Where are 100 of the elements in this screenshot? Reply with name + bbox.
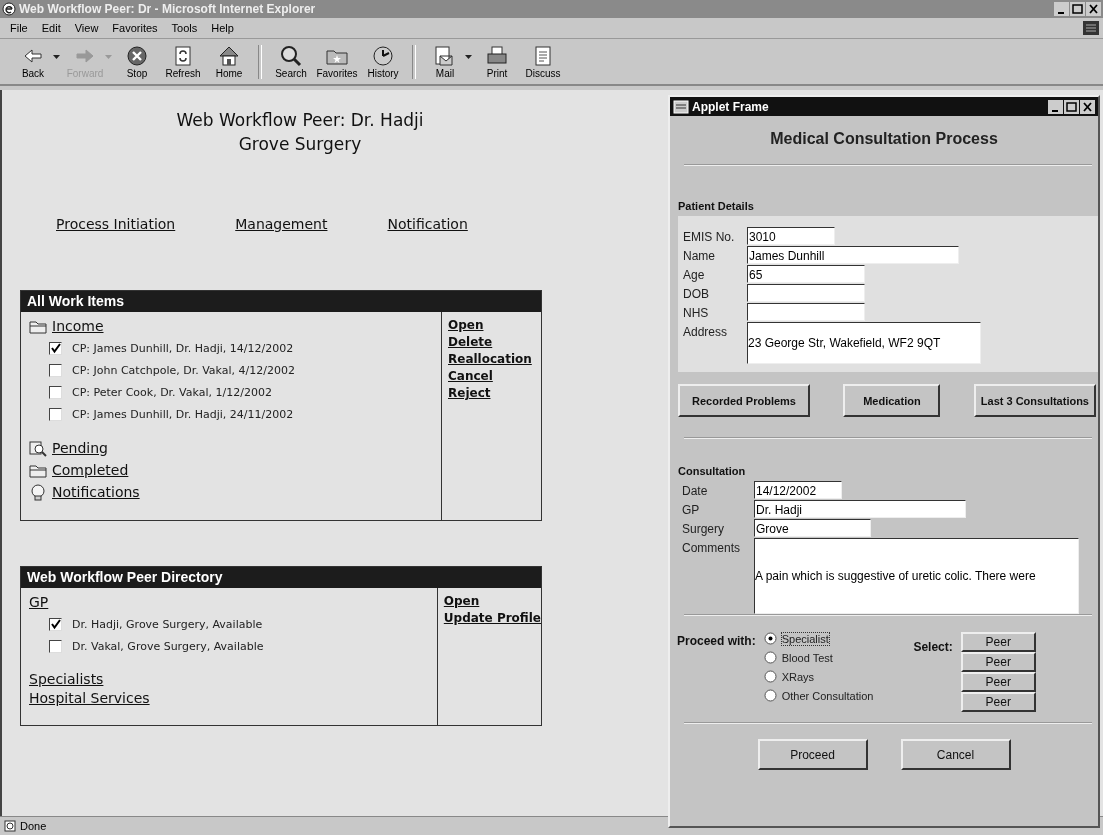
list-item: Dr. Hadji, Grove Surgery, Available	[72, 617, 263, 631]
action-link[interactable]: Open	[443, 593, 541, 610]
toolbar-button[interactable]: Refresh	[160, 43, 206, 80]
radio-button[interactable]	[763, 689, 777, 702]
close-icon[interactable]	[1080, 99, 1095, 114]
text-area[interactable]: 23 George Str, Wakefield, WF2 9QT	[747, 322, 981, 364]
input-field[interactable]: Grove	[754, 519, 871, 537]
folder-link[interactable]: Income	[52, 318, 104, 334]
checkmark-icon	[50, 618, 61, 630]
field-label: Age	[683, 267, 705, 282]
browser-icon	[2, 2, 16, 16]
action-link[interactable]: Reject	[448, 385, 541, 402]
nav-link[interactable]: Notification	[387, 216, 468, 232]
nav-link[interactable]: Management	[235, 216, 328, 232]
field-label: Date	[682, 483, 708, 498]
radio-button[interactable]	[763, 670, 777, 683]
checkbox[interactable]	[49, 385, 62, 399]
menu-item[interactable]: View	[74, 22, 99, 34]
logo-icon	[1083, 21, 1099, 35]
folder-link[interactable]: Pending	[52, 440, 108, 456]
menu-item[interactable]: File	[10, 22, 28, 34]
field-label: DOB	[683, 286, 709, 301]
peer-button[interactable]: Peer	[960, 692, 1036, 712]
peer-button[interactable]: Peer	[960, 672, 1036, 692]
menu-item[interactable]: Tools	[171, 22, 198, 34]
minimize-icon[interactable]	[1048, 99, 1063, 114]
action-link[interactable]: Delete	[448, 334, 541, 351]
toolbar-button[interactable]: Discuss	[520, 43, 566, 80]
menu-item[interactable]: Help	[211, 22, 234, 34]
page-heading: Web Workflow Peer: Dr. Hadji	[176, 109, 424, 132]
group-link[interactable]: Hospital Services	[29, 689, 150, 706]
search-icon	[279, 43, 303, 68]
checkbox[interactable]	[49, 341, 62, 355]
menu-item[interactable]: Favorites	[112, 22, 158, 34]
peer-button[interactable]: Peer	[960, 632, 1036, 652]
button[interactable]: Last 3 Consultations	[973, 384, 1096, 417]
button[interactable]: Recorded Problems	[678, 384, 810, 417]
toolbar-button[interactable]: Search	[268, 43, 314, 80]
action-link[interactable]: Reallocation	[448, 351, 541, 368]
toolbar-button[interactable]: History	[360, 43, 406, 80]
field-label: Proceed with:	[677, 633, 756, 648]
folder-link[interactable]: Completed	[52, 462, 129, 478]
toolbar-button[interactable]: Home	[206, 43, 252, 80]
button[interactable]: Cancel	[900, 739, 1011, 770]
radio-button[interactable]	[763, 651, 777, 664]
lightbulb-icon	[29, 483, 47, 501]
radio-label[interactable]: XRays	[781, 670, 815, 683]
checkbox[interactable]	[49, 407, 62, 421]
page-icon	[4, 820, 16, 832]
field-label: Address	[683, 324, 728, 339]
radio-label[interactable]: Specialist	[781, 632, 829, 645]
radio-label[interactable]: Other Consultation	[781, 689, 874, 702]
maximize-icon[interactable]	[1064, 99, 1079, 114]
list-item: CP: John Catchpole, Dr. Vakal, 4/12/2002	[72, 363, 295, 377]
dropdown-caret-icon[interactable]	[53, 54, 60, 59]
action-link[interactable]: Open	[448, 317, 541, 334]
input-field[interactable]: 65	[747, 265, 865, 283]
checkbox[interactable]	[49, 639, 62, 653]
panel-header: Web Workflow Peer Directory	[21, 567, 541, 588]
button[interactable]: Proceed	[757, 739, 868, 770]
checkmark-icon	[50, 342, 61, 354]
group-link[interactable]: Specialists	[29, 670, 104, 687]
input-field[interactable]: Dr. Hadji	[754, 500, 966, 518]
maximize-icon[interactable]	[1070, 2, 1085, 16]
field-label: NHS	[683, 305, 709, 320]
input-field[interactable]: James Dunhill	[747, 246, 959, 264]
group-link[interactable]: GP	[29, 594, 49, 610]
checkbox[interactable]	[49, 617, 62, 631]
input-field[interactable]: 3010	[747, 227, 835, 245]
field-label: GP	[682, 502, 700, 517]
toolbar-button[interactable]: Favorites	[314, 43, 360, 80]
list-item: CP: Peter Cook, Dr. Vakal, 1/12/2002	[72, 385, 272, 399]
nav-link[interactable]: Process Initiation	[56, 216, 176, 232]
input-field[interactable]	[747, 284, 865, 302]
clock-icon	[371, 43, 395, 68]
button[interactable]: Medication	[843, 384, 941, 417]
radio-button[interactable]	[763, 632, 777, 645]
action-link[interactable]: Update Profile	[443, 610, 541, 627]
close-icon[interactable]	[1086, 2, 1101, 16]
applet-title: Applet Frame	[692, 99, 770, 114]
dropdown-caret-icon[interactable]	[465, 54, 472, 59]
panel-header: All Work Items	[21, 291, 541, 312]
checkbox[interactable]	[49, 363, 62, 377]
field-label: Comments	[682, 540, 740, 555]
toolbar-button[interactable]: Back	[10, 43, 56, 80]
text-area[interactable]: A pain which is suggestive of uretic colic. There were	[754, 538, 1079, 614]
menu-item[interactable]: Edit	[41, 22, 61, 34]
input-field[interactable]	[747, 303, 865, 321]
toolbar-button[interactable]: Mail	[422, 43, 468, 80]
peer-button[interactable]: Peer	[960, 652, 1036, 672]
field-label: Select:	[913, 639, 953, 654]
field-label: Surgery	[682, 521, 725, 536]
toolbar-button[interactable]: Print	[474, 43, 520, 80]
window-title: Web Workflow Peer: Dr - Microsoft Internet Explorer	[19, 2, 317, 16]
input-field[interactable]: 14/12/2002	[754, 481, 842, 499]
action-link[interactable]: Cancel	[448, 368, 541, 385]
toolbar-button[interactable]: Stop	[114, 43, 160, 80]
radio-label[interactable]: Blood Test	[781, 651, 833, 664]
minimize-icon[interactable]	[1054, 2, 1069, 16]
folder-link[interactable]: Notifications	[52, 484, 140, 500]
